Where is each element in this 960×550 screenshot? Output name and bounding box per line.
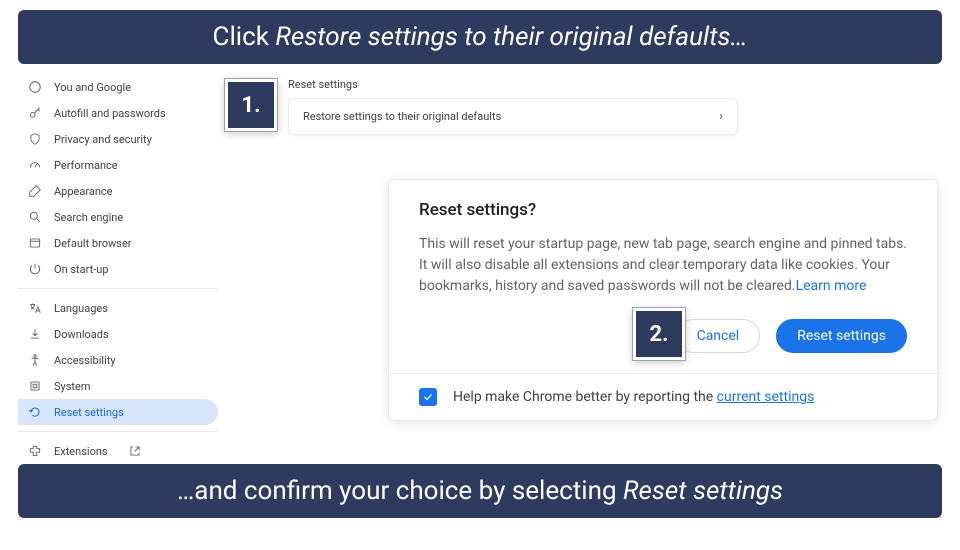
sidebar-item-label: You and Google [54, 81, 131, 94]
system-icon [28, 379, 42, 393]
sidebar-item-autofill[interactable]: Autofill and passwords [18, 100, 218, 126]
google-icon [28, 80, 42, 94]
sidebar-item-on-startup[interactable]: On start-up [18, 256, 218, 282]
sidebar-item-extensions[interactable]: Extensions [18, 438, 218, 464]
sidebar-item-search-engine[interactable]: Search engine [18, 204, 218, 230]
sidebar-item-privacy[interactable]: Privacy and security [18, 126, 218, 152]
sidebar-separator [18, 288, 218, 289]
dialog-title: Reset settings? [389, 180, 937, 230]
content-area: You and Google Autofill and passwords Pr… [18, 74, 942, 454]
key-icon [28, 106, 42, 120]
sidebar-item-label: System [54, 380, 91, 393]
step-marker-2: 2. [633, 308, 685, 360]
report-settings-checkbox[interactable] [419, 388, 437, 406]
sidebar-item-performance[interactable]: Performance [18, 152, 218, 178]
step-marker-1: 1. [225, 79, 277, 131]
sidebar-item-label: Search engine [54, 211, 123, 224]
sidebar-item-label: Extensions [54, 445, 108, 458]
power-icon [28, 262, 42, 276]
sidebar-item-languages[interactable]: Languages [18, 295, 218, 321]
instruction-banner-top: Click Restore settings to their original… [18, 10, 942, 64]
sidebar-item-label: Reset settings [54, 406, 124, 419]
footer-text: Help make Chrome better by reporting the… [453, 389, 814, 405]
speedometer-icon [28, 158, 42, 172]
reset-settings-dialog: Reset settings? This will reset your sta… [388, 179, 938, 421]
reset-icon [28, 405, 42, 419]
search-icon [28, 210, 42, 224]
sidebar-item-label: Downloads [54, 328, 109, 341]
footer-prefix: Help make Chrome better by reporting the [453, 389, 717, 405]
cancel-button[interactable]: Cancel [676, 319, 761, 353]
sidebar-item-label: On start-up [54, 263, 109, 276]
sidebar-item-label: Performance [54, 159, 118, 172]
banner-text: …and confirm your choice by selecting [177, 476, 623, 506]
chevron-right-icon: › [719, 109, 723, 124]
instruction-banner-bottom: …and confirm your choice by selecting Re… [18, 464, 942, 518]
dialog-footer: Help make Chrome better by reporting the… [389, 373, 937, 420]
sidebar-separator [18, 431, 218, 432]
sidebar-item-label: Appearance [54, 185, 113, 198]
sidebar-item-appearance[interactable]: Appearance [18, 178, 218, 204]
shield-icon [28, 132, 42, 146]
sidebar-item-label: Default browser [54, 237, 132, 250]
banner-italic: Restore settings to their original defau… [275, 22, 747, 52]
browser-icon [28, 236, 42, 250]
language-icon [28, 301, 42, 315]
sidebar-item-reset-settings[interactable]: Reset settings [18, 399, 218, 425]
sidebar-item-you-and-google[interactable]: You and Google [18, 74, 218, 100]
dialog-body: This will reset your startup page, new t… [389, 230, 937, 303]
sidebar-item-system[interactable]: System [18, 373, 218, 399]
banner-italic: Reset settings [623, 476, 783, 506]
restore-defaults-row[interactable]: Restore settings to their original defau… [288, 98, 738, 135]
accessibility-icon [28, 353, 42, 367]
current-settings-link[interactable]: current settings [717, 389, 815, 405]
section-title: Reset settings [288, 78, 358, 91]
sidebar-item-downloads[interactable]: Downloads [18, 321, 218, 347]
restore-label: Restore settings to their original defau… [303, 110, 501, 123]
external-link-icon [128, 444, 142, 458]
learn-more-link[interactable]: Learn more [796, 278, 867, 294]
sidebar-item-label: Autofill and passwords [54, 107, 166, 120]
extension-icon [28, 444, 42, 458]
download-icon [28, 327, 42, 341]
sidebar-item-label: Languages [54, 302, 108, 315]
paint-icon [28, 184, 42, 198]
sidebar-item-default-browser[interactable]: Default browser [18, 230, 218, 256]
sidebar-item-label: Privacy and security [54, 133, 152, 146]
sidebar-item-accessibility[interactable]: Accessibility [18, 347, 218, 373]
settings-sidebar: You and Google Autofill and passwords Pr… [18, 74, 218, 464]
banner-text: Click [213, 22, 276, 52]
sidebar-item-label: Accessibility [54, 354, 116, 367]
reset-settings-button[interactable]: Reset settings [776, 319, 907, 353]
